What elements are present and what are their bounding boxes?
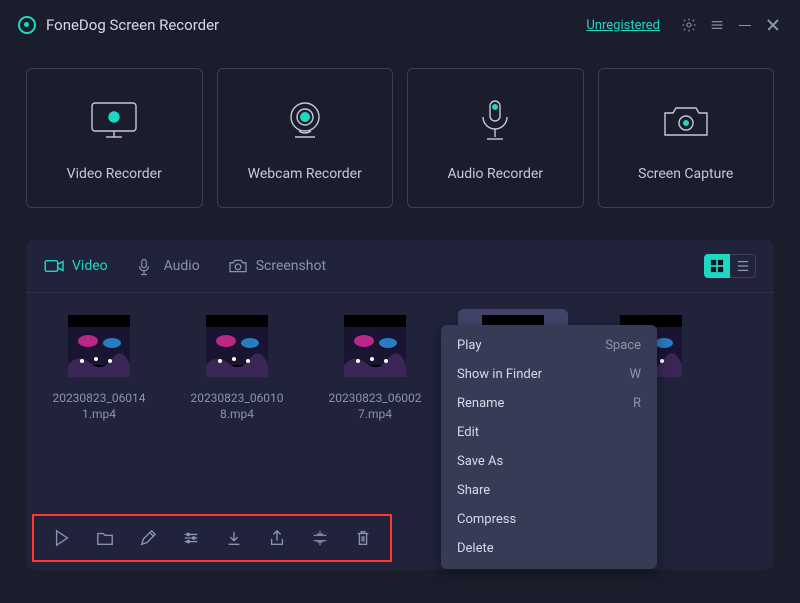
share-icon <box>268 529 286 547</box>
file-name-label: 20230823_060108.mp4 <box>190 391 283 422</box>
video-thumbnail <box>206 315 268 377</box>
context-menu-label: Compress <box>457 512 516 527</box>
view-toggle <box>704 254 756 278</box>
save-button[interactable] <box>218 522 250 554</box>
delete-button[interactable] <box>347 522 379 554</box>
mode-label: Audio Recorder <box>447 166 543 182</box>
context-menu-item[interactable]: Rename R <box>441 389 657 418</box>
file-name-label: 20230823_060141.mp4 <box>52 391 145 422</box>
edit-button[interactable] <box>132 522 164 554</box>
context-menu-label: Rename <box>457 396 504 411</box>
mode-label: Video Recorder <box>67 166 162 182</box>
context-menu-label: Delete <box>457 541 494 556</box>
context-menu: Play Space Show in Finder W Rename R Edit Save … <box>441 325 657 569</box>
folder-icon <box>96 529 114 547</box>
context-menu-label: Share <box>457 483 490 498</box>
mode-label: Screen Capture <box>638 166 733 182</box>
mode-card-video-recorder[interactable]: Video Recorder <box>26 68 203 208</box>
camera-icon <box>661 94 711 148</box>
registration-status-link[interactable]: Unregistered <box>586 18 660 33</box>
context-menu-label: Show in Finder <box>457 367 542 382</box>
context-menu-item[interactable]: Compress <box>441 505 657 534</box>
open-folder-button[interactable] <box>89 522 121 554</box>
tab-label: Screenshot <box>256 258 326 274</box>
library-item[interactable]: 20230823_060141.mp4 <box>44 309 154 428</box>
play-icon <box>53 529 71 547</box>
library-panel: Video Audio Screenshot <box>26 240 774 570</box>
context-menu-item[interactable]: Delete <box>441 534 657 563</box>
context-menu-item[interactable]: Edit <box>441 418 657 447</box>
app-logo-icon <box>18 16 36 34</box>
tab-audio[interactable]: Audio <box>136 258 200 274</box>
trash-icon <box>354 529 372 547</box>
download-icon <box>225 529 243 547</box>
adjust-button[interactable] <box>175 522 207 554</box>
context-menu-item[interactable]: Play Space <box>441 331 657 360</box>
video-thumbnail <box>68 315 130 377</box>
close-icon[interactable] <box>764 16 782 34</box>
context-menu-shortcut: Space <box>605 338 641 353</box>
library-tab-bar: Video Audio Screenshot <box>26 240 774 293</box>
tab-screenshot[interactable]: Screenshot <box>228 258 326 274</box>
video-thumbnail <box>344 315 406 377</box>
file-name-label: 20230823_060027.mp4 <box>328 391 421 422</box>
mode-card-audio-recorder[interactable]: Audio Recorder <box>407 68 584 208</box>
monitor-record-icon <box>88 94 140 148</box>
compress-button[interactable] <box>304 522 336 554</box>
webcam-icon <box>281 94 329 148</box>
microphone-small-icon <box>136 258 156 274</box>
context-menu-shortcut: W <box>629 367 641 382</box>
recorder-modes-row: Video Recorder Webcam Recorder <box>0 46 800 218</box>
tab-label: Audio <box>164 258 200 274</box>
grid-view-button[interactable] <box>704 254 730 278</box>
mode-card-webcam-recorder[interactable]: Webcam Recorder <box>217 68 394 208</box>
library-grid: 20230823_060141.mp4 20230823_060108.mp4 20… <box>26 293 774 444</box>
titlebar: FoneDog Screen Recorder Unregistered <box>0 0 800 46</box>
app-window: FoneDog Screen Recorder Unregistered <box>0 0 800 603</box>
tab-label: Video <box>72 258 108 274</box>
tab-video[interactable]: Video <box>44 258 108 274</box>
context-menu-item[interactable]: Share <box>441 476 657 505</box>
share-button[interactable] <box>261 522 293 554</box>
context-menu-item[interactable]: Save As <box>441 447 657 476</box>
mode-label: Webcam Recorder <box>248 166 362 182</box>
app-title: FoneDog Screen Recorder <box>46 16 219 34</box>
sliders-icon <box>182 529 200 547</box>
context-menu-label: Save As <box>457 454 503 469</box>
list-view-button[interactable] <box>730 254 756 278</box>
hamburger-menu-icon[interactable] <box>708 16 726 34</box>
library-item[interactable]: 20230823_060027.mp4 <box>320 309 430 428</box>
context-menu-label: Play <box>457 338 482 353</box>
library-toolbar <box>32 514 392 562</box>
mode-card-screen-capture[interactable]: Screen Capture <box>598 68 775 208</box>
context-menu-shortcut: R <box>633 396 641 411</box>
camera-small-icon <box>228 258 248 274</box>
compress-icon <box>311 529 329 547</box>
context-menu-item[interactable]: Show in Finder W <box>441 360 657 389</box>
context-menu-label: Edit <box>457 425 479 440</box>
library-item[interactable]: 20230823_060108.mp4 <box>182 309 292 428</box>
video-camera-icon <box>44 258 64 274</box>
minimize-icon[interactable] <box>736 16 754 34</box>
play-button[interactable] <box>46 522 78 554</box>
microphone-icon <box>475 94 515 148</box>
settings-gear-icon[interactable] <box>680 16 698 34</box>
pencil-icon <box>139 529 157 547</box>
